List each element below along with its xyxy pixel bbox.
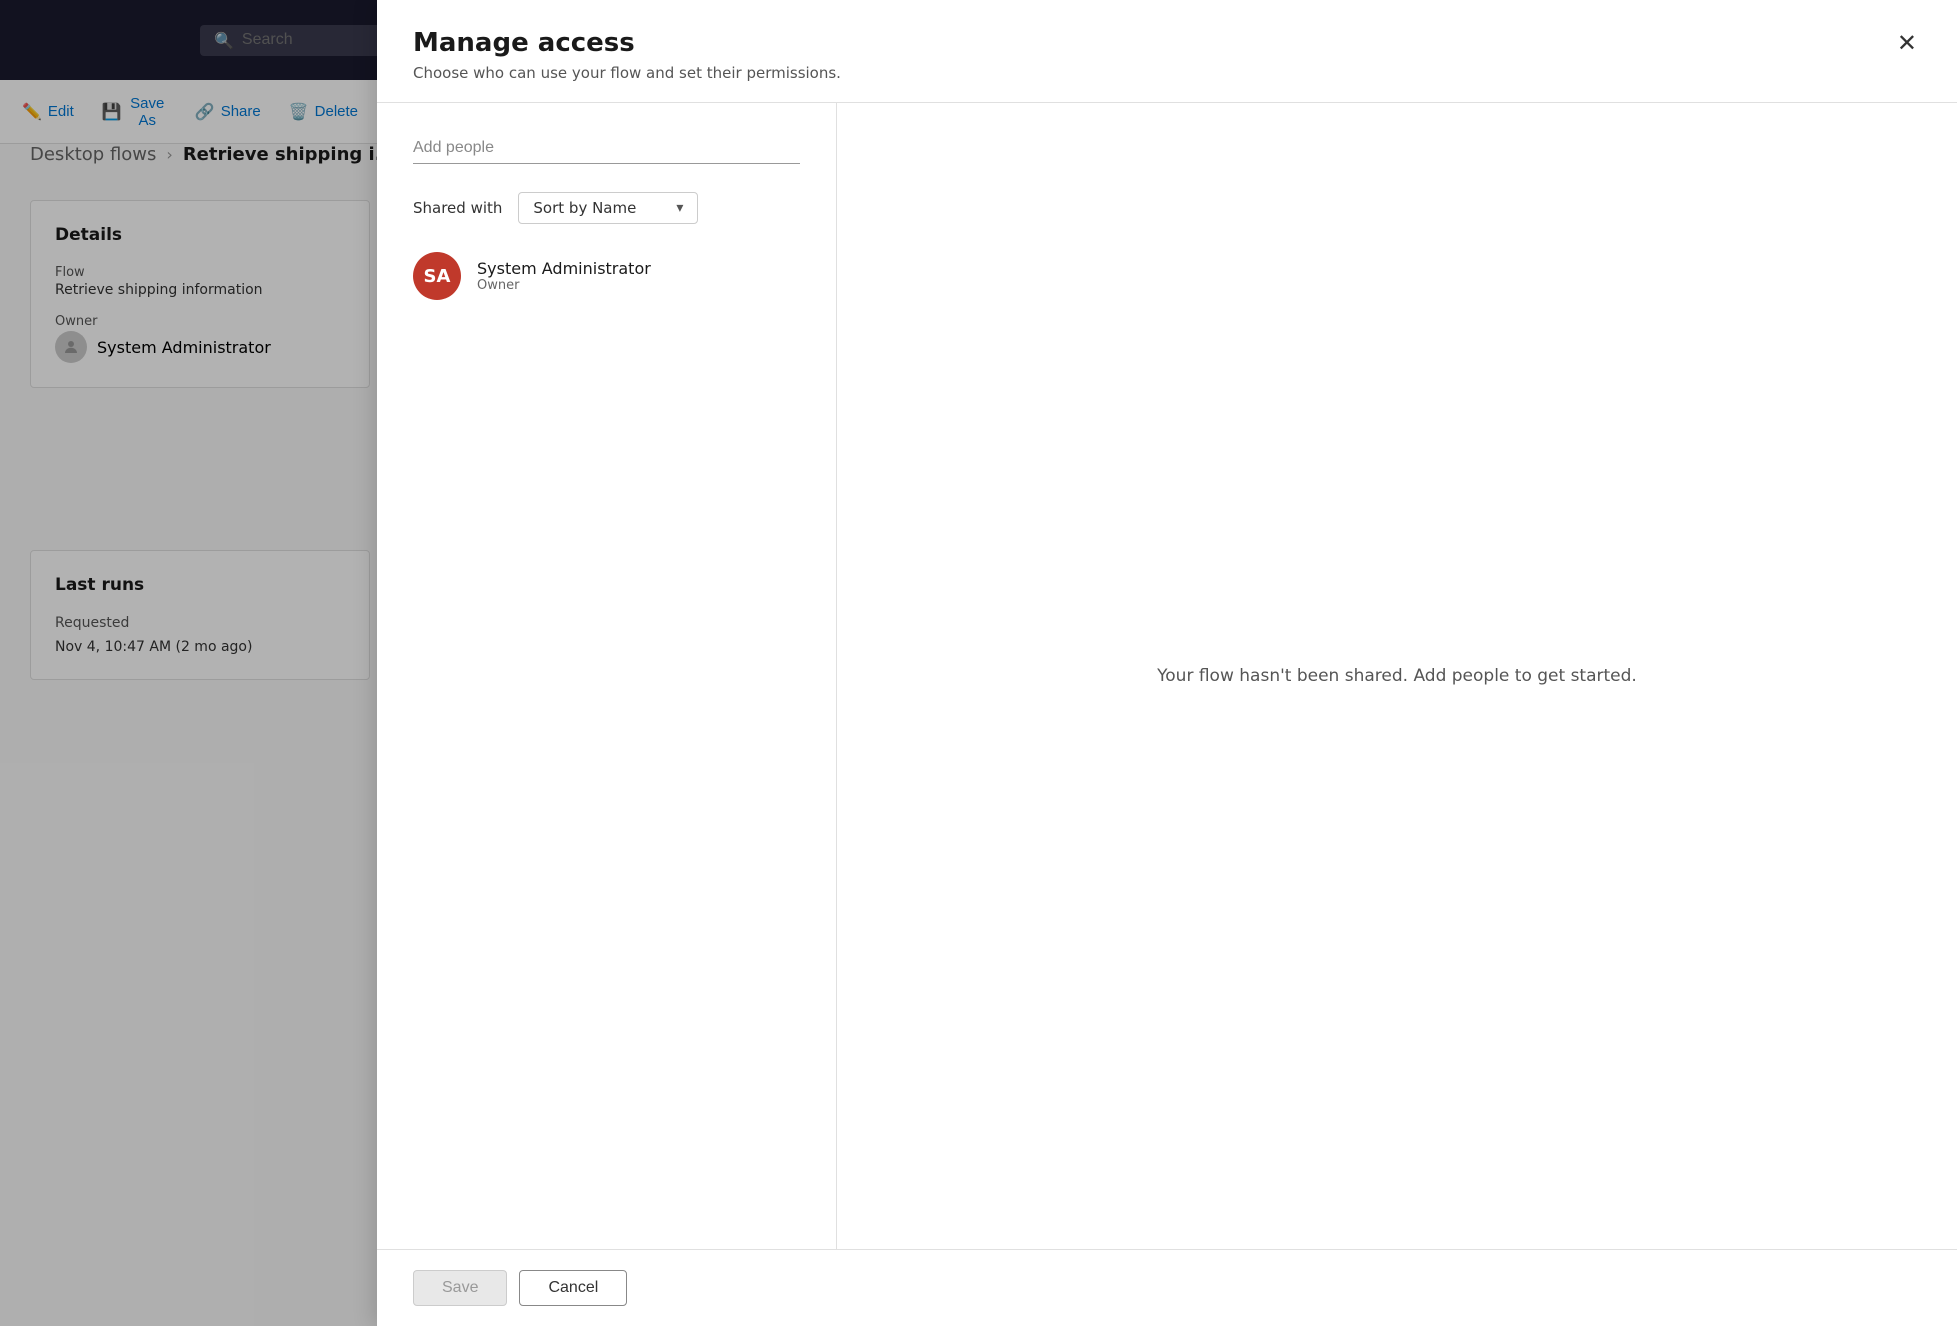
modal-footer: Save Cancel [377,1249,1957,1326]
modal-body: Shared with Sort by Name ▾ SA System Adm… [377,103,1957,1249]
manage-access-modal: Manage access Choose who can use your fl… [377,0,1957,1326]
user-name: System Administrator [477,259,651,278]
user-role: Owner [477,278,651,293]
modal-subtitle: Choose who can use your flow and set the… [413,64,841,82]
modal-header-text: Manage access Choose who can use your fl… [413,28,841,82]
user-avatar: SA [413,252,461,300]
empty-state-text: Your flow hasn't been shared. Add people… [1157,666,1637,686]
user-list-item: SA System Administrator Owner [413,252,800,300]
sort-label: Sort by Name [533,199,636,217]
sort-dropdown[interactable]: Sort by Name ▾ [518,192,698,224]
modal-header: Manage access Choose who can use your fl… [377,0,1957,103]
save-button: Save [413,1270,507,1306]
modal-left-panel: Shared with Sort by Name ▾ SA System Adm… [377,103,837,1249]
modal-title: Manage access [413,28,841,58]
shared-with-label: Shared with [413,199,502,217]
modal-close-button[interactable]: ✕ [1893,28,1921,60]
cancel-button[interactable]: Cancel [519,1270,627,1306]
shared-with-row: Shared with Sort by Name ▾ [413,192,800,224]
modal-right-panel: Your flow hasn't been shared. Add people… [837,103,1957,1249]
chevron-down-icon: ▾ [676,200,683,216]
user-list: SA System Administrator Owner [413,252,800,300]
user-info: System Administrator Owner [477,259,651,293]
add-people-input[interactable] [413,133,800,164]
